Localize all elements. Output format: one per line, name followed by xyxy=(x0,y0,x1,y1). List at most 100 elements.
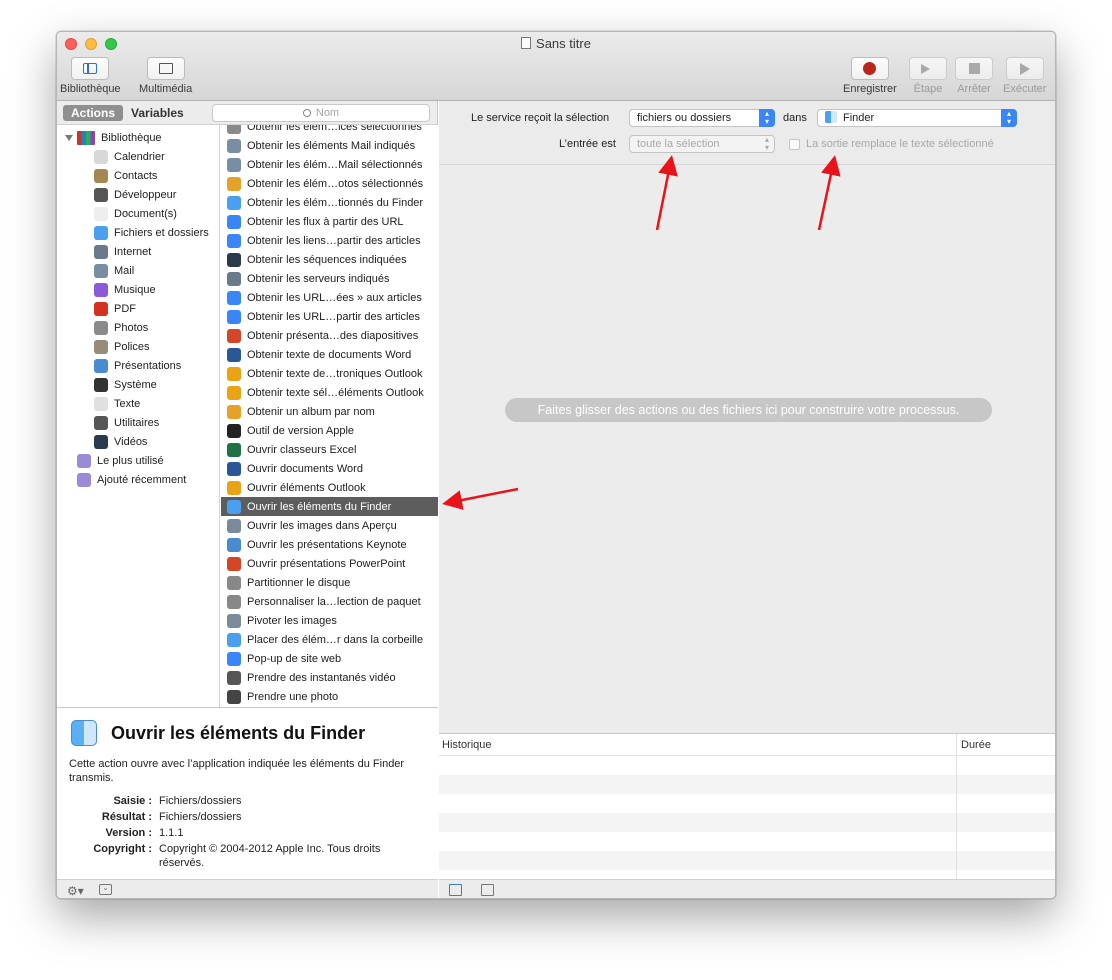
receives-type-select[interactable]: fichiers ou dossiers ▴ ▾ xyxy=(629,109,775,127)
action-item[interactable]: Partitionner le disque xyxy=(221,573,438,592)
metadata-value: Copyright © 2004-2012 Apple Inc. Tous dr… xyxy=(159,843,381,869)
action-item[interactable]: Obtenir un album par nom xyxy=(221,402,438,421)
library-category-label: Musique xyxy=(114,283,156,296)
action-item[interactable]: Prendre une photo xyxy=(221,687,438,706)
action-item[interactable]: Outil de version Apple xyxy=(221,421,438,440)
action-item[interactable]: Obtenir texte de…troniques Outlook xyxy=(221,364,438,383)
log-row xyxy=(439,832,1055,851)
action-item[interactable]: Obtenir les flux à partir des URL xyxy=(221,212,438,231)
powerpoint-icon xyxy=(227,556,241,571)
library-category-item[interactable]: Vidéos xyxy=(94,432,147,451)
action-item[interactable]: Obtenir les élém…ices sélectionnés xyxy=(221,125,438,136)
library-category-item[interactable]: Photos xyxy=(94,318,148,337)
list-view-icon[interactable] xyxy=(449,884,462,896)
stop-button[interactable]: Arrêter xyxy=(955,57,993,95)
library-category-item[interactable]: PDF xyxy=(94,299,136,318)
action-item[interactable]: Obtenir les serveurs indiqués xyxy=(221,269,438,288)
action-item[interactable]: Obtenir les URL…ées » aux articles xyxy=(221,288,438,307)
metadata-value: Fichiers/dossiers xyxy=(159,795,242,807)
disclosure-triangle-icon[interactable] xyxy=(65,134,73,141)
action-item[interactable]: Obtenir les URL…partir des articles xyxy=(221,307,438,326)
gear-icon[interactable]: ⚙︎▾ xyxy=(67,884,84,898)
library-category-item[interactable]: Système xyxy=(94,375,157,394)
workflow-drop-area[interactable]: Faites glisser des actions ou des fichie… xyxy=(439,165,1055,733)
library-group-item[interactable]: Le plus utilisé xyxy=(77,451,164,470)
library-category-label: Système xyxy=(114,378,157,391)
search-input[interactable]: Nom xyxy=(212,104,430,122)
library-category-label: Vidéos xyxy=(114,435,148,448)
library-category-item[interactable]: Musique xyxy=(94,280,156,299)
action-item-selected[interactable]: Ouvrir les éléments du Finder xyxy=(221,497,438,516)
internet-icon xyxy=(94,244,108,259)
action-item[interactable]: Prendre des instantanés vidéo xyxy=(221,668,438,687)
library-button[interactable]: Bibliothèque xyxy=(60,57,121,95)
safari-icon xyxy=(227,309,241,324)
action-label: Ouvrir les images dans Aperçu xyxy=(247,519,397,532)
action-item[interactable]: Placer des élém…r dans la corbeille xyxy=(221,630,438,649)
action-item[interactable]: Personnaliser la…lection de paquet xyxy=(221,592,438,611)
history-column-header[interactable]: Historique xyxy=(442,739,492,751)
chevron-updown-icon: ▴ ▾ xyxy=(759,109,775,127)
library-category-item[interactable]: Fichiers et dossiers xyxy=(94,223,209,242)
action-item[interactable]: Obtenir texte de documents Word xyxy=(221,345,438,364)
action-label: Obtenir les URL…partir des articles xyxy=(247,310,421,323)
step-button[interactable]: Étape xyxy=(909,57,947,95)
description-toggle-icon[interactable]: ⌄ xyxy=(99,884,112,895)
metadata-key: Saisie : xyxy=(113,795,152,807)
library-category-label: Document(s) xyxy=(114,207,177,220)
media-button[interactable]: Multimédia xyxy=(139,57,192,95)
split-view-icon[interactable] xyxy=(481,884,494,896)
action-item[interactable]: Ouvrir les présentations Keynote xyxy=(221,535,438,554)
action-item[interactable]: Ouvrir les images dans Aperçu xyxy=(221,516,438,535)
tab-actions[interactable]: Actions xyxy=(63,105,124,121)
library-category-item[interactable]: Texte xyxy=(94,394,140,413)
search-placeholder: Nom xyxy=(315,107,340,119)
library-category-item[interactable]: Contacts xyxy=(94,166,157,185)
action-label: Obtenir les serveurs indiqués xyxy=(247,272,390,285)
record-button[interactable]: Enregistrer xyxy=(843,57,897,95)
action-item[interactable]: Obtenir les élém…tionnés du Finder xyxy=(221,193,438,212)
action-item[interactable]: Ouvrir documents Word xyxy=(221,459,438,478)
action-label: Ouvrir les présentations Keynote xyxy=(247,538,407,551)
action-item[interactable]: Ouvrir éléments Outlook xyxy=(221,478,438,497)
input-scope-select[interactable]: toute la sélection ▴ ▾ xyxy=(629,135,775,153)
run-button-label: Exécuter xyxy=(1003,83,1047,95)
finder-icon xyxy=(71,720,97,746)
installer-icon xyxy=(227,594,241,609)
action-item[interactable]: Pop-up de site web xyxy=(221,649,438,668)
mail-icon xyxy=(227,138,241,153)
library-category-item[interactable]: Polices xyxy=(94,337,149,356)
library-category-item[interactable]: Utilitaires xyxy=(94,413,159,432)
replaces-selection-checkbox[interactable] xyxy=(789,139,800,150)
action-item[interactable]: Obtenir les liens…partir des articles xyxy=(221,231,438,250)
application-select[interactable]: Finder ▴ ▾ xyxy=(817,109,1017,127)
library-group-label: Le plus utilisé xyxy=(97,454,164,467)
action-item[interactable]: Obtenir les séquences indiquées xyxy=(221,250,438,269)
record-button-label: Enregistrer xyxy=(843,83,897,95)
library-category-item[interactable]: Document(s) xyxy=(94,204,177,223)
preview-icon xyxy=(227,613,241,628)
library-category-item[interactable]: Présentations xyxy=(94,356,181,375)
library-category-item[interactable]: Développeur xyxy=(94,185,176,204)
action-item[interactable]: Obtenir présenta…des diapositives xyxy=(221,326,438,345)
library-group-item[interactable]: Ajouté récemment xyxy=(77,470,186,489)
action-item[interactable]: Ouvrir présentations PowerPoint xyxy=(221,554,438,573)
service-settings: Le service reçoit la sélection fichiers … xyxy=(439,101,1055,165)
action-item[interactable]: Obtenir les élém…Mail sélectionnés xyxy=(221,155,438,174)
action-item[interactable]: Obtenir les élém…otos sélectionnés xyxy=(221,174,438,193)
action-item[interactable]: Obtenir texte sél…éléments Outlook xyxy=(221,383,438,402)
run-button[interactable]: Exécuter xyxy=(1003,57,1046,95)
library-category-item[interactable]: Internet xyxy=(94,242,151,261)
library-category-item[interactable]: Mail xyxy=(94,261,134,280)
toolbar: Sans titre Bibliothèque Multimédia Enreg… xyxy=(57,32,1055,101)
tab-variables[interactable]: Variables xyxy=(123,105,192,121)
duration-column-header[interactable]: Durée xyxy=(961,739,991,751)
library-root-item[interactable]: Bibliothèque xyxy=(65,128,162,147)
action-item[interactable]: Obtenir les éléments Mail indiqués xyxy=(221,136,438,155)
action-item[interactable]: Ouvrir classeurs Excel xyxy=(221,440,438,459)
library-category-item[interactable]: Calendrier xyxy=(94,147,165,166)
mail-icon xyxy=(227,157,241,172)
stop-button-label: Arrêter xyxy=(957,83,991,95)
action-item[interactable]: Pivoter les images xyxy=(221,611,438,630)
calendar-icon xyxy=(94,149,108,164)
